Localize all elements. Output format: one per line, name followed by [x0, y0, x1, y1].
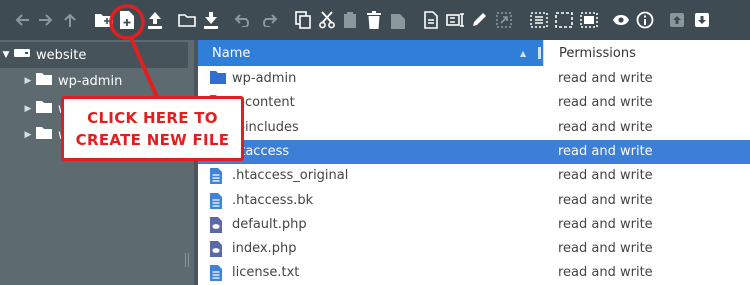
file-list: Name ▲ Permissions wp-admin read and writ… — [198, 40, 750, 285]
caret-right-icon[interactable]: ▶ — [22, 130, 34, 140]
forward-arrow-icon[interactable] — [38, 10, 54, 30]
tree-item-label: wp-admin — [58, 73, 123, 89]
preview-icon[interactable] — [612, 10, 630, 30]
file-name: .htaccess_original — [232, 168, 349, 184]
toolbar — [0, 0, 750, 40]
resize-icon[interactable] — [496, 10, 512, 30]
table-row[interactable]: htaccess read and write — [198, 139, 750, 165]
archive-icon[interactable] — [694, 10, 710, 30]
file-permissions: read and write — [558, 143, 653, 159]
file-permissions: read and write — [558, 265, 653, 281]
file-icon — [210, 265, 222, 285]
delete-icon[interactable] — [367, 10, 381, 30]
file-icon — [210, 192, 222, 213]
pane-resize-grip[interactable] — [185, 253, 189, 267]
edit-icon[interactable] — [471, 10, 487, 30]
folder-icon — [36, 127, 52, 143]
php-file-icon — [210, 241, 222, 261]
caret-down-icon[interactable]: ▼ — [0, 50, 12, 60]
table-row[interactable]: .htaccess.bk read and write — [198, 189, 750, 213]
column-header-permissions[interactable]: Permissions — [543, 40, 750, 66]
column-header-name[interactable]: Name — [198, 40, 543, 66]
extract-icon[interactable] — [669, 10, 685, 30]
undo-icon[interactable] — [235, 10, 253, 30]
table-row[interactable]: .htaccess_original read and write — [198, 164, 750, 188]
select-none-icon[interactable] — [555, 10, 573, 30]
redo-icon[interactable] — [259, 10, 277, 30]
file-permissions: read and write — [558, 216, 653, 232]
file-name: index.php — [232, 241, 297, 257]
drive-icon — [14, 47, 30, 63]
back-arrow-icon[interactable] — [14, 10, 30, 30]
file-permissions: read and write — [558, 192, 653, 208]
table-row[interactable]: wp-admin read and write — [198, 67, 750, 91]
php-file-icon — [210, 216, 222, 237]
table-row[interactable]: default.php read and write — [198, 213, 750, 237]
caret-right-icon[interactable]: ▶ — [22, 76, 34, 86]
cut-icon[interactable] — [319, 10, 335, 30]
folder-icon — [36, 101, 52, 117]
open-folder-icon[interactable] — [178, 10, 196, 30]
file-permissions: read and write — [558, 95, 653, 111]
select-all-icon[interactable] — [530, 10, 548, 30]
file-name: wp-admin — [232, 71, 297, 86]
new-file-icon[interactable] — [120, 10, 134, 30]
file-permissions: read and write — [558, 119, 653, 135]
copy-icon[interactable] — [295, 10, 311, 30]
callout-line-1: CLICK HERE TO — [87, 108, 218, 127]
file-permissions: read and write — [558, 71, 653, 86]
tree-item-root[interactable]: ▼ website — [0, 42, 188, 68]
folder-tree: ▼ website ▶ wp-admin ▶ w ▶ w — [0, 40, 194, 285]
tree-item-child[interactable]: ▶ wp-admin — [22, 68, 122, 94]
new-folder-icon[interactable] — [95, 10, 113, 30]
caret-right-icon[interactable]: ▶ — [22, 104, 34, 114]
info-icon[interactable] — [636, 10, 654, 30]
tree-item-label: website — [36, 47, 87, 63]
table-row[interactable]: license.txt read and write — [198, 261, 750, 285]
folder-icon — [36, 73, 52, 89]
download-icon[interactable] — [203, 10, 219, 30]
table-row[interactable]: index.php read and write — [198, 237, 750, 261]
sort-ascending-icon: ▲ — [520, 49, 527, 58]
annotation-callout: CLICK HERE TO CREATE NEW FILE — [61, 96, 244, 161]
file-name: license.txt — [232, 265, 300, 281]
duplicate-icon[interactable] — [424, 10, 440, 30]
file-name: .htaccess.bk — [232, 192, 314, 208]
invert-selection-icon[interactable] — [580, 10, 598, 30]
paste-icon[interactable] — [343, 10, 357, 30]
table-row[interactable]: p-includes read and write — [198, 116, 750, 140]
up-arrow-icon[interactable] — [63, 10, 77, 30]
callout-line-2: CREATE NEW FILE — [75, 130, 230, 149]
rename-icon[interactable] — [446, 10, 466, 30]
file-permissions: read and write — [558, 241, 653, 257]
table-row[interactable]: p-content read and write — [198, 91, 750, 115]
empty-icon[interactable] — [391, 10, 405, 30]
file-permissions: read and write — [558, 168, 653, 184]
file-icon — [210, 168, 222, 188]
upload-icon[interactable] — [147, 10, 163, 30]
file-name: default.php — [232, 216, 307, 232]
folder-icon — [210, 71, 226, 88]
column-resize-handle[interactable] — [538, 47, 541, 59]
